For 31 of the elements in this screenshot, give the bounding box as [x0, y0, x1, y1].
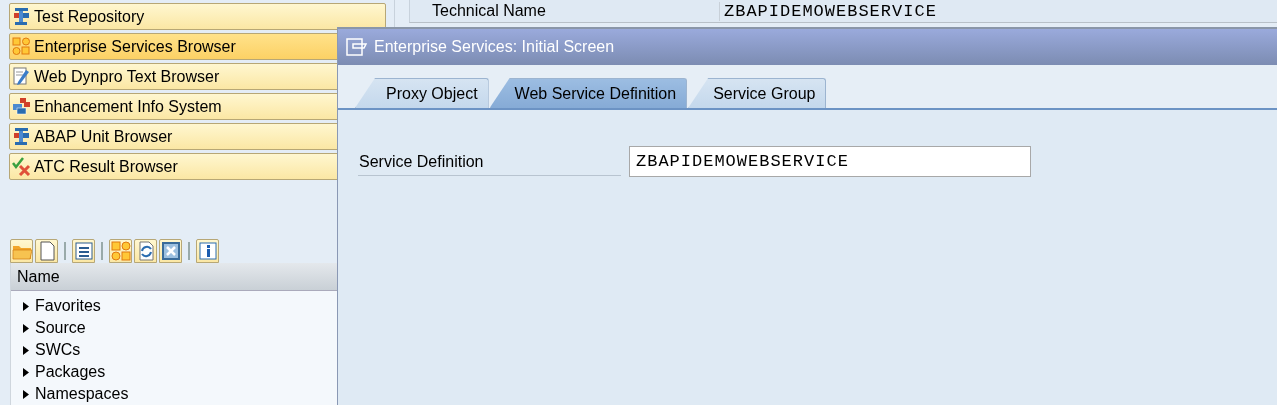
tool-icon: [12, 7, 31, 26]
tool-icon: [12, 127, 31, 146]
list-icon[interactable]: [72, 238, 95, 263]
tab[interactable]: Proxy Object: [355, 78, 489, 108]
tab[interactable]: Web Service Definition: [489, 78, 688, 108]
tree-item[interactable]: Packages: [23, 361, 394, 383]
expand-arrow-icon[interactable]: [23, 301, 29, 311]
tree-item[interactable]: Source: [23, 317, 394, 339]
tree-item[interactable]: SWCs: [23, 339, 394, 361]
check-cross-icon: [12, 157, 31, 176]
tab[interactable]: Service Group: [688, 78, 827, 108]
expand-arrow-icon[interactable]: [23, 345, 29, 355]
document-icon[interactable]: [35, 238, 58, 263]
close-icon[interactable]: [159, 238, 182, 263]
field-label: Service Definition: [358, 147, 621, 176]
input-field[interactable]: ZBAPIDEMOWEBSERVICE: [629, 146, 1031, 177]
document-pencil-icon: [12, 67, 31, 86]
expand-arrow-icon[interactable]: [23, 367, 29, 377]
expand-arrow-icon[interactable]: [23, 323, 29, 333]
expand-arrow-icon[interactable]: [23, 389, 29, 399]
tree-item[interactable]: Favorites: [23, 295, 394, 317]
windows-icon: [12, 97, 31, 116]
nav-button[interactable]: Test Repository: [9, 3, 386, 30]
input-field[interactable]: ZBAPIDEMOWEBSERVICE: [719, 1, 937, 21]
info-icon[interactable]: [196, 238, 219, 263]
grid-icon: [12, 37, 31, 56]
grid-icon[interactable]: [109, 238, 132, 263]
field-label: Technical Name: [432, 2, 547, 20]
tree-item[interactable]: Namespaces: [23, 383, 394, 405]
refresh-icon[interactable]: [134, 238, 157, 263]
window-icon: [346, 38, 368, 56]
